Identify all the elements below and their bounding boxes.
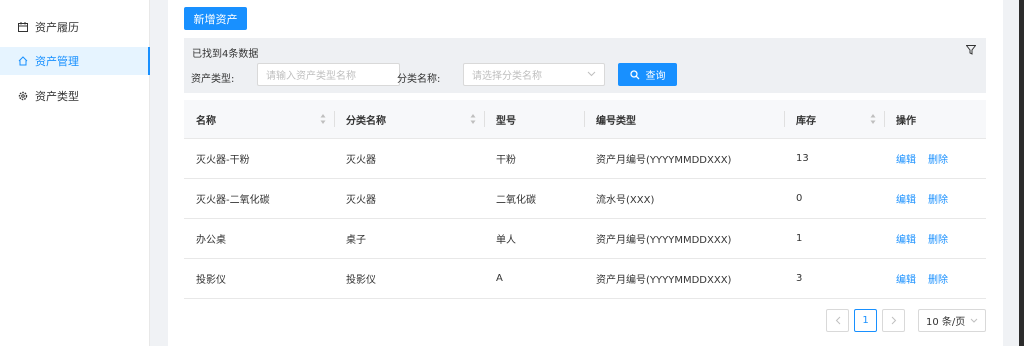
column-header-model: 型号 [484, 100, 584, 139]
chevron-left-icon [835, 316, 840, 325]
sidebar-item-label: 资产管理 [35, 55, 79, 68]
edit-link[interactable]: 编辑 [896, 151, 916, 166]
cell-model: 干粉 [496, 155, 516, 166]
cell-code-type: 资产月编号(YYYYMMDDXXX) [596, 235, 732, 246]
sidebar-item-label: 资产类型 [35, 90, 79, 103]
delete-link[interactable]: 删除 [928, 151, 948, 166]
cell-category: 灭火器 [346, 155, 376, 166]
home-icon [18, 56, 28, 66]
search-panel: 已找到4条数据 资产类型: 请输入资产类型名称 分类名称: 请选择分类名称 查询 [184, 38, 986, 93]
table-row: 投影仪 投影仪 A 资产月编号(YYYYMMDDXXX) 3 编辑 删除 [184, 259, 986, 299]
header-label: 库存 [796, 116, 816, 127]
next-page-button[interactable] [882, 309, 905, 332]
gear-icon [18, 91, 28, 101]
cell-stock: 3 [796, 273, 803, 284]
page-button-current[interactable]: 1 [854, 309, 877, 332]
sidebar-item-asset-type[interactable]: 资产类型 [0, 82, 150, 110]
cell-actions: 编辑 删除 [884, 219, 986, 258]
cell-model: A [496, 273, 503, 284]
header-label: 名称 [196, 116, 216, 127]
main-content: 新增资产 已找到4条数据 资产类型: 请输入资产类型名称 分类名称: 请选择分类… [168, 0, 1003, 346]
cell-stock: 1 [796, 233, 803, 244]
cell-actions: 编辑 删除 [884, 259, 986, 298]
header-label: 编号类型 [596, 116, 636, 127]
cell-stock: 0 [796, 193, 803, 204]
chevron-down-icon [587, 69, 596, 80]
edit-link[interactable]: 编辑 [896, 271, 916, 286]
cell-name: 投影仪 [196, 275, 226, 286]
sort-icon[interactable] [470, 113, 476, 125]
edit-link[interactable]: 编辑 [896, 231, 916, 246]
table-row: 办公桌 桌子 单人 资产月编号(YYYYMMDDXXX) 1 编辑 删除 [184, 219, 986, 259]
cell-code-type: 资产月编号(YYYYMMDDXXX) [596, 275, 732, 286]
page-size-select[interactable]: 10 条/页 [918, 309, 986, 332]
prev-page-button[interactable] [826, 309, 849, 332]
delete-link[interactable]: 删除 [928, 231, 948, 246]
asset-table: 名称 分类名称 型号 编号类型 库存 操作 灭火器-干粉 灭火器 干粉 资产月编… [184, 100, 986, 299]
table-header: 名称 分类名称 型号 编号类型 库存 操作 [184, 100, 986, 139]
asset-type-input[interactable]: 请输入资产类型名称 [257, 63, 400, 86]
column-header-actions: 操作 [884, 100, 986, 139]
add-asset-button[interactable]: 新增资产 [184, 7, 247, 30]
sort-icon[interactable] [320, 113, 326, 125]
delete-link[interactable]: 删除 [928, 271, 948, 286]
cell-name: 办公桌 [196, 235, 226, 246]
page-size-label: 10 条/页 [926, 317, 966, 328]
sidebar-item-asset-management[interactable]: 资产管理 [0, 47, 150, 75]
calendar-icon [18, 22, 28, 32]
search-icon [629, 69, 639, 79]
asset-type-placeholder: 请输入资产类型名称 [266, 71, 356, 82]
chevron-down-icon [970, 318, 978, 323]
column-header-stock[interactable]: 库存 [784, 100, 884, 139]
cell-category: 灭火器 [346, 195, 376, 206]
category-select[interactable]: 请选择分类名称 [463, 63, 605, 86]
cell-code-type: 流水号(XXX) [596, 195, 655, 206]
edit-link[interactable]: 编辑 [896, 191, 916, 206]
query-label: 查询 [645, 71, 666, 82]
table-row: 灭火器-干粉 灭火器 干粉 资产月编号(YYYYMMDDXXX) 13 编辑 删… [184, 139, 986, 179]
sidebar-item-asset-history[interactable]: 资产履历 [0, 13, 150, 41]
cell-name: 灭火器-二氧化碳 [196, 195, 270, 206]
category-label: 分类名称: [397, 74, 441, 85]
filter-icon[interactable] [965, 45, 977, 55]
chevron-right-icon [891, 316, 896, 325]
cell-actions: 编辑 删除 [884, 139, 986, 178]
sidebar: 资产履历 资产管理 资产类型 [0, 0, 150, 346]
column-header-code-type: 编号类型 [584, 100, 784, 139]
cell-category: 桌子 [346, 235, 366, 246]
window-edge [1019, 0, 1024, 346]
column-header-category[interactable]: 分类名称 [334, 100, 484, 139]
cell-category: 投影仪 [346, 275, 376, 286]
cell-model: 单人 [496, 235, 516, 246]
header-label: 分类名称 [346, 116, 386, 127]
column-header-name[interactable]: 名称 [184, 100, 334, 139]
cell-stock: 13 [796, 153, 809, 164]
cell-model: 二氧化碳 [496, 195, 536, 206]
category-placeholder: 请选择分类名称 [472, 71, 542, 82]
delete-link[interactable]: 删除 [928, 191, 948, 206]
table-row: 灭火器-二氧化碳 灭火器 二氧化碳 流水号(XXX) 0 编辑 删除 [184, 179, 986, 219]
result-count: 已找到4条数据 [192, 49, 259, 60]
cell-actions: 编辑 删除 [884, 179, 986, 218]
header-label: 操作 [896, 116, 916, 127]
query-button[interactable]: 查询 [618, 63, 677, 86]
asset-type-label: 资产类型: [191, 74, 235, 85]
cell-code-type: 资产月编号(YYYYMMDDXXX) [596, 155, 732, 166]
sort-icon[interactable] [870, 113, 876, 125]
cell-name: 灭火器-干粉 [196, 155, 250, 166]
sidebar-item-label: 资产履历 [35, 21, 79, 34]
header-label: 型号 [496, 116, 516, 127]
